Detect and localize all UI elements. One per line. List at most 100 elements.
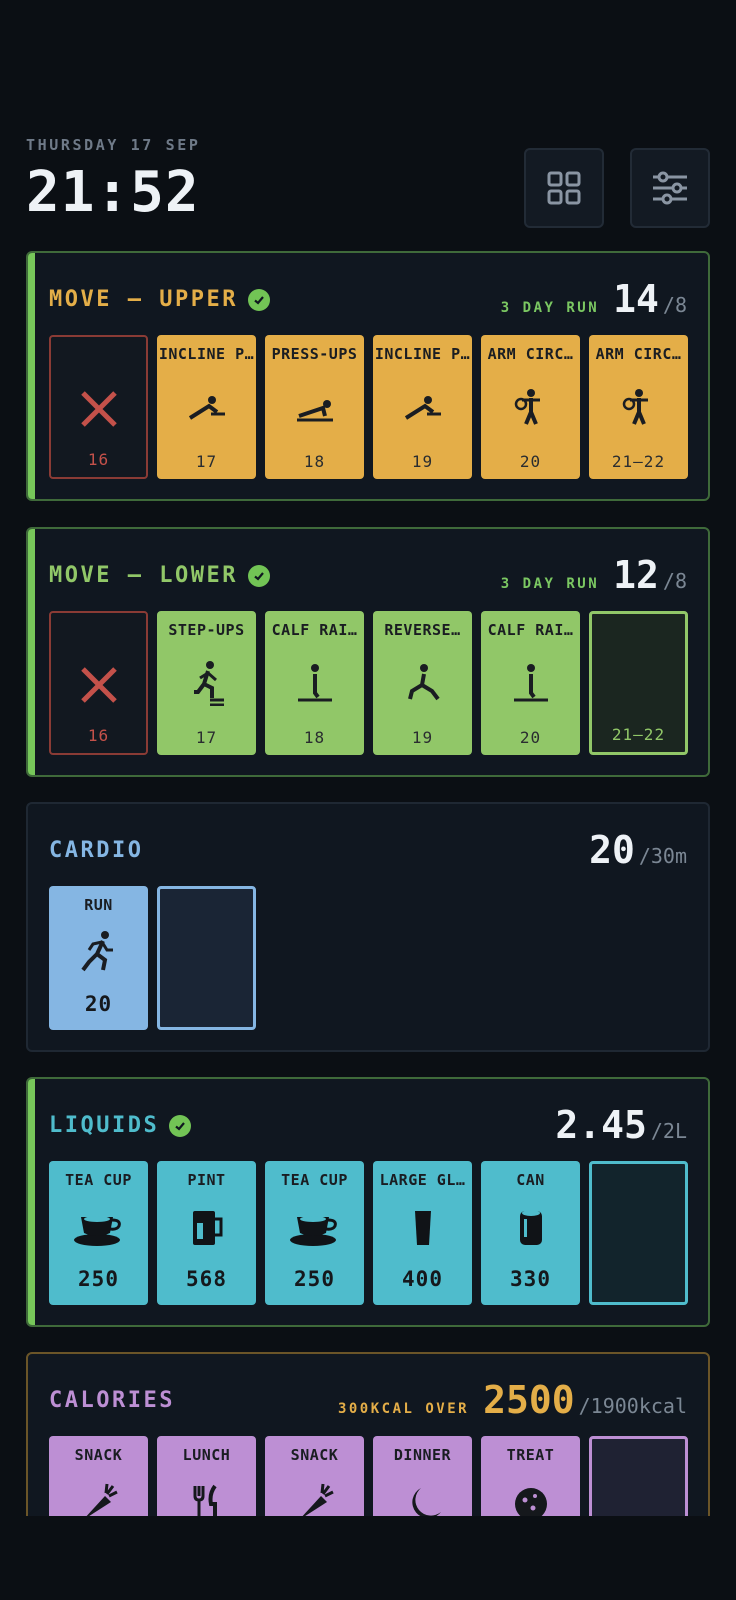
cross-icon xyxy=(80,667,117,703)
volume-value: 400 xyxy=(402,1267,443,1291)
cardio-card[interactable]: CARDIO 20 /30m RUN 20 xyxy=(26,802,710,1052)
drink-tile[interactable]: LARGE GL… 400 xyxy=(373,1161,472,1305)
day-value: 20 xyxy=(519,452,542,471)
day-value: 18 xyxy=(303,728,326,747)
exercise-tile[interactable]: CALF RAI… 18 xyxy=(265,611,364,755)
meal-tile[interactable]: DINNER xyxy=(373,1436,472,1516)
total-value: 14 xyxy=(613,277,659,321)
exercise-label: CALF RAI… xyxy=(271,621,358,639)
calf-raise-icon xyxy=(297,664,332,702)
card-summary: 20 /30m xyxy=(589,828,687,872)
activity-tile[interactable]: RUN 20 xyxy=(49,886,148,1030)
exercise-tile[interactable]: PRESS-UPS 18 xyxy=(265,335,364,479)
card-title: LIQUIDS xyxy=(49,1113,192,1138)
tile-row: SNACK LUNCH SNACK DINNER TREAT xyxy=(49,1436,688,1516)
cross-icon xyxy=(80,391,117,427)
exercise-tile[interactable]: CALF RAI… 20 xyxy=(481,611,580,755)
step-up-icon xyxy=(193,661,224,706)
moon-icon xyxy=(411,1488,441,1516)
day-value: 17 xyxy=(195,452,218,471)
pint-icon xyxy=(192,1211,222,1245)
total-value: 12 xyxy=(613,553,659,597)
tile-row: 16 STEP-UPS 17 CALF RAI… 18 REVERSE… 19 … xyxy=(49,611,688,755)
run-icon xyxy=(80,931,113,972)
drink-tile[interactable]: TEA CUP 250 xyxy=(49,1161,148,1305)
calf-raise-icon xyxy=(513,664,548,702)
meal-tile[interactable]: SNACK xyxy=(49,1436,148,1516)
liquids-card[interactable]: LIQUIDS 2.45 /2L TEA CUP 250 PINT 568 TE… xyxy=(26,1077,710,1327)
arm-circles-icon xyxy=(622,389,648,425)
exercise-tile[interactable]: STEP-UPS 17 xyxy=(157,611,256,755)
upper-body-card[interactable]: MOVE — UPPER 3 DAY RUN 14 /8 16 INCLINE … xyxy=(26,251,710,501)
tile-row: 16 INCLINE P… 17 PRESS-UPS 18 INCLINE P…… xyxy=(49,335,688,479)
lower-body-card[interactable]: MOVE — LOWER 3 DAY RUN 12 /8 16 STEP-UPS… xyxy=(26,527,710,777)
card-title: CALORIES xyxy=(49,1388,175,1413)
cutlery-icon xyxy=(193,1484,217,1516)
volume-value: 250 xyxy=(294,1267,335,1291)
completion-bar xyxy=(28,1079,35,1325)
drink-tile[interactable]: PINT 568 xyxy=(157,1161,256,1305)
day-value: 19 xyxy=(411,728,434,747)
carrot-icon xyxy=(302,1483,334,1516)
tea-cup-icon xyxy=(73,1216,121,1246)
add-activity-tile[interactable] xyxy=(157,886,256,1030)
lunge-icon xyxy=(407,664,440,701)
drink-label: LARGE GL… xyxy=(379,1171,466,1189)
meal-tile[interactable]: LUNCH xyxy=(157,1436,256,1516)
check-icon xyxy=(169,1114,192,1137)
day-tile-missed[interactable]: 16 xyxy=(49,611,148,755)
exercise-tile[interactable]: ARM CIRC… 20 xyxy=(481,335,580,479)
over-status: 300KCAL OVER xyxy=(337,1401,470,1417)
exercise-tile[interactable]: ARM CIRC… 21–22 xyxy=(589,335,688,479)
day-value: 16 xyxy=(87,726,110,745)
day-value: 19 xyxy=(411,452,434,471)
volume-value: 330 xyxy=(510,1267,551,1291)
cards-scroll-area[interactable]: MOVE — UPPER 3 DAY RUN 14 /8 16 INCLINE … xyxy=(0,0,736,1516)
exercise-tile[interactable]: INCLINE P… 17 xyxy=(157,335,256,479)
add-meal-tile[interactable] xyxy=(589,1436,688,1516)
streak-label: 3 DAY RUN xyxy=(500,300,600,316)
exercise-tile[interactable]: INCLINE P… 19 xyxy=(373,335,472,479)
pushup-icon xyxy=(296,400,333,422)
target-unit: /8 xyxy=(662,569,687,593)
total-value: 2500 xyxy=(483,1378,575,1422)
check-icon xyxy=(247,288,270,311)
exercise-label: INCLINE P… xyxy=(374,345,471,363)
add-exercise-tile[interactable]: 21–22 xyxy=(589,611,688,755)
exercise-label: PRESS-UPS xyxy=(271,345,358,363)
meal-label: DINNER xyxy=(393,1446,452,1464)
tile-row: TEA CUP 250 PINT 568 TEA CUP 250 LARGE G… xyxy=(49,1161,688,1305)
day-value: 21–22 xyxy=(611,452,666,471)
check-icon xyxy=(247,564,270,587)
exercise-label: INCLINE P… xyxy=(158,345,255,363)
tea-cup-icon xyxy=(289,1216,337,1246)
card-title: CARDIO xyxy=(49,838,143,863)
completion-bar xyxy=(28,253,35,499)
meal-tile[interactable]: SNACK xyxy=(265,1436,364,1516)
card-summary: 3 DAY RUN 14 /8 xyxy=(501,277,687,321)
target-unit: /8 xyxy=(662,293,687,317)
drink-label: PINT xyxy=(187,1171,226,1189)
target-unit: /2L xyxy=(650,1119,687,1143)
exercise-tile[interactable]: REVERSE… 19 xyxy=(373,611,472,755)
exercise-label: ARM CIRC… xyxy=(595,345,682,363)
drink-tile[interactable]: TEA CUP 250 xyxy=(265,1161,364,1305)
can-icon xyxy=(519,1210,542,1245)
total-value: 20 xyxy=(589,828,635,872)
incline-pushup-icon xyxy=(404,396,441,420)
exercise-label: REVERSE… xyxy=(384,621,461,639)
meal-label: SNACK xyxy=(290,1446,339,1464)
meal-label: LUNCH xyxy=(182,1446,231,1464)
arm-circles-icon xyxy=(514,389,540,425)
exercise-label: STEP-UPS xyxy=(168,621,245,639)
carrot-icon xyxy=(86,1483,118,1516)
meal-label: SNACK xyxy=(74,1446,123,1464)
drink-tile[interactable]: CAN 330 xyxy=(481,1161,580,1305)
calories-card[interactable]: CALORIES 300KCAL OVER 2500 /1900kcal SNA… xyxy=(26,1352,710,1516)
minutes-value: 20 xyxy=(84,992,113,1016)
meal-tile[interactable]: TREAT xyxy=(481,1436,580,1516)
target-unit: /1900kcal xyxy=(578,1394,687,1418)
day-tile-missed[interactable]: 16 xyxy=(49,335,148,479)
volume-value: 568 xyxy=(186,1267,227,1291)
add-drink-tile[interactable] xyxy=(589,1161,688,1305)
